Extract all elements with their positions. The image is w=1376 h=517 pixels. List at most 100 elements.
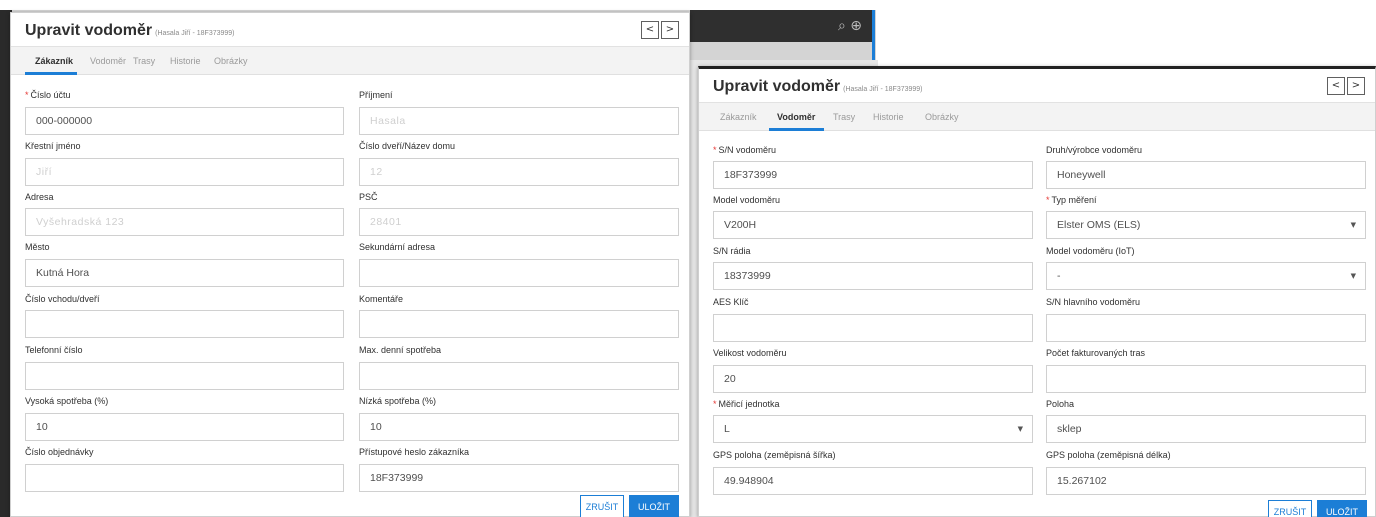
city-label: Město [25,242,50,252]
comments-field[interactable] [359,310,679,338]
door-number-field[interactable]: 12 [359,158,679,186]
gps-lat-field[interactable]: 49.948904 [713,467,1033,495]
save-button[interactable]: ULOŽIT [629,495,679,517]
order-number-field[interactable] [25,464,344,492]
billed-routes-field[interactable] [1046,365,1366,393]
chevron-right-icon[interactable]: > [661,21,679,39]
record-navigation: < > [1325,77,1365,95]
city-field[interactable]: Kutná Hora [25,259,344,287]
measurement-type-label: * Typ měření [1046,195,1097,205]
tab-history[interactable]: Historie [170,56,201,66]
save-button[interactable]: ULOŽIT [1317,500,1367,517]
gps-lat-label: GPS poloha (zeměpisná šířka) [713,450,836,460]
chevron-left-icon[interactable]: < [1327,77,1345,95]
meter-sn-label: * S/N vodoměru [713,145,776,155]
entrance-number-field[interactable] [25,310,344,338]
dialog-title-text: Upravit vodoměr [713,78,841,95]
secondary-address-label: Sekundární adresa [359,242,436,252]
tab-customer[interactable]: Zákazník [35,56,73,66]
aes-key-label: AES Klíč [713,297,749,307]
high-usage-field[interactable]: 10 [25,413,344,441]
aes-key-field[interactable] [713,314,1033,342]
entrance-number-label: Číslo vchodu/dveří [25,294,100,304]
dialog-title-text: Upravit vodoměr [25,22,153,39]
tab-history[interactable]: Historie [873,112,904,122]
radio-sn-field[interactable]: 18373999 [713,262,1033,290]
unit-select[interactable]: L ▼ [713,415,1033,443]
account-number-label: * Číslo účtu [25,90,71,100]
edit-meter-dialog-meter: Upravit vodoměr (Hasala Jiří - 18F373999)… [698,66,1376,517]
location-label: Poloha [1046,399,1075,409]
high-usage-label: Vysoká spotřeba (%) [25,396,109,406]
account-number-field[interactable]: 000-000000 [25,107,344,135]
billed-routes-label: Počet fakturovaných tras [1046,348,1146,358]
manufacturer-label: Druh/výrobce vodoměru [1046,145,1143,155]
active-tab-indicator [25,72,77,75]
dialog-subtitle: (Hasala Jiří - 18F373999) [155,30,235,37]
door-number-label: Číslo dveří/Název domu [359,141,456,151]
tab-images[interactable]: Obrázky [925,112,959,122]
tab-routes[interactable]: Trasy [833,112,855,122]
iot-model-select[interactable]: - ▼ [1046,262,1366,290]
iot-model-label: Model vodoměru (IoT) [1046,246,1135,256]
tab-meter[interactable]: Vodoměr [777,112,815,122]
chevron-down-icon: ▼ [1350,221,1356,229]
phone-field[interactable] [25,362,344,390]
manufacturer-field[interactable]: Honeywell [1046,161,1366,189]
main-meter-sn-label: S/N hlavního vodoměru [1046,297,1141,307]
tab-routes[interactable]: Trasy [133,56,155,66]
tab-meter[interactable]: Vodoměr [90,56,126,66]
background-accent-edge [872,10,875,60]
unit-value: L [724,423,730,435]
meter-size-field[interactable]: 20 [713,365,1033,393]
unit-label-text: Měřicí jednotka [718,399,780,409]
measurement-type-label-text: Typ měření [1051,195,1097,205]
required-marker: * [25,90,29,100]
address-field[interactable]: Vyšehradská 123 [25,208,344,236]
chevron-down-icon: ▼ [1350,272,1356,280]
unit-label: * Měřicí jednotka [713,399,780,409]
cancel-button[interactable]: ZRUŠIT [1268,500,1312,517]
meter-sn-label-text: S/N vodoměru [718,145,777,155]
main-meter-sn-field[interactable] [1046,314,1366,342]
measurement-type-select[interactable]: Elster OMS (ELS) ▼ [1046,211,1366,239]
model-field[interactable]: V200H [713,211,1033,239]
required-marker: * [713,399,717,409]
location-field[interactable]: sklep [1046,415,1366,443]
gps-lon-field[interactable]: 15.267102 [1046,467,1366,495]
tab-images[interactable]: Obrázky [214,56,248,66]
first-name-field[interactable]: Jiří [25,158,344,186]
meter-sn-field[interactable]: 18F373999 [713,161,1033,189]
postcode-field[interactable]: 28401 [359,208,679,236]
dialog-title: Upravit vodoměr (Hasala Jiří - 18F373999) [25,22,235,40]
surname-label: Příjmení [359,90,393,100]
max-daily-label: Max. denní spotřeba [359,345,442,355]
dialog-header: Upravit vodoměr (Hasala Jiří - 18F373999)… [699,69,1375,103]
chevron-left-icon[interactable]: < [641,21,659,39]
gps-lon-label: GPS poloha (zeměpisná délka) [1046,450,1171,460]
tab-customer[interactable]: Zákazník [720,112,757,122]
dialog-header: Upravit vodoměr (Hasala Jiří - 18F373999)… [11,13,689,47]
record-navigation: < > [639,21,679,39]
search-icon[interactable]: ⌕ ⊕ [838,18,862,34]
low-usage-field[interactable]: 10 [359,413,679,441]
postcode-label: PSČ [359,192,378,202]
required-marker: * [713,145,717,155]
model-label: Model vodoměru [713,195,781,205]
chevron-right-icon[interactable]: > [1347,77,1365,95]
edit-meter-dialog-customer: Upravit vodoměr (Hasala Jiří - 18F373999)… [10,12,690,517]
chevron-down-icon: ▼ [1017,425,1023,433]
dialog-title: Upravit vodoměr (Hasala Jiří - 18F373999) [713,78,923,96]
surname-field[interactable]: Hasala [359,107,679,135]
radio-sn-label: S/N rádia [713,246,751,256]
access-password-field[interactable]: 18F373999 [359,464,679,492]
iot-model-value: - [1057,270,1061,282]
low-usage-label: Nízká spotřeba (%) [359,396,437,406]
account-number-label-text: Číslo účtu [30,90,71,100]
background-header: ⌕ ⊕ [690,10,872,42]
first-name-label: Křestní jméno [25,141,81,151]
secondary-address-field[interactable] [359,259,679,287]
cancel-button[interactable]: ZRUŠIT [580,495,624,517]
comments-label: Komentáře [359,294,404,304]
max-daily-field[interactable] [359,362,679,390]
